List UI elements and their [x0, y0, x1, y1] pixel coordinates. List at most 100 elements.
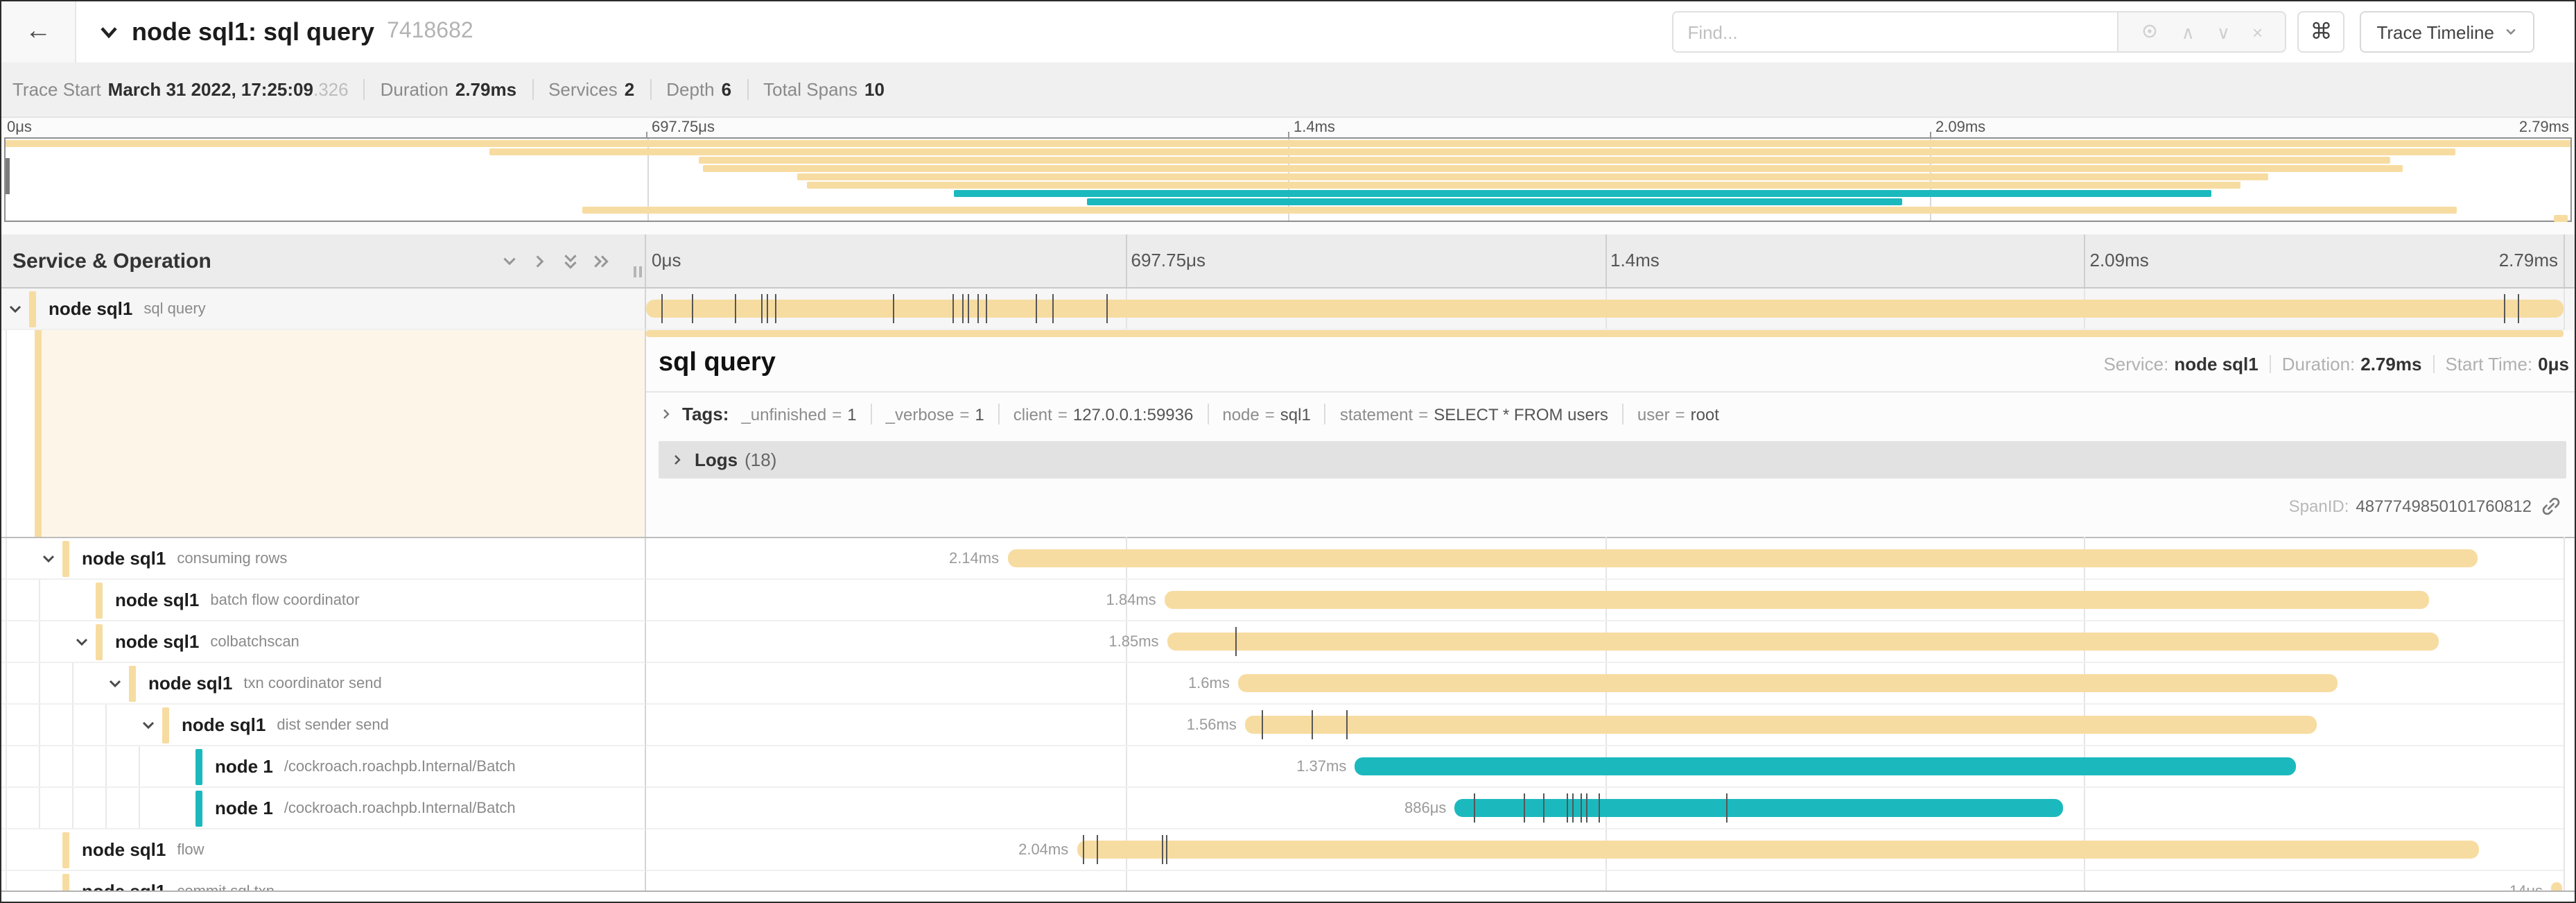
span-detail-card: sql query Service:node sql1Duration:2.79…	[646, 330, 2575, 537]
span-row-timeline-cell[interactable]: 2.04ms	[646, 829, 2564, 871]
span-row-name-cell[interactable]: node sql1commit sql txn	[1, 871, 646, 891]
indent-guide	[6, 538, 7, 578]
span-expander-chevron-icon[interactable]	[35, 550, 62, 567]
prev-result-icon[interactable]: ∧	[2182, 23, 2195, 41]
span-row[interactable]: node sql1 sql query	[1, 289, 2575, 330]
span-expander-chevron-icon[interactable]	[101, 675, 129, 691]
operation-name: sql query	[143, 300, 205, 317]
span-row[interactable]: node sql1flow2.04ms	[1, 829, 2575, 871]
span-row-name-cell[interactable]: node sql1batch flow coordinator	[1, 580, 646, 621]
clear-find-icon[interactable]: ×	[2252, 23, 2263, 41]
stat-separator	[2433, 355, 2434, 373]
span-row[interactable]: node 1/cockroach.roachpb.Internal/Batch1…	[1, 746, 2575, 788]
selected-span-highlight	[42, 330, 645, 537]
tag-key: client	[1013, 404, 1052, 424]
back-button[interactable]: ←	[1, 1, 76, 62]
span-bar[interactable]	[1077, 841, 2478, 859]
span-row-timeline-cell[interactable]: 886μs	[646, 788, 2564, 829]
stat-value: 2.79ms	[2360, 354, 2421, 375]
indent-spacer	[1, 746, 168, 786]
span-row-name-cell[interactable]: node sql1dist sender send	[1, 705, 646, 746]
tag-value: 1	[975, 404, 984, 424]
span-expander-chevron-icon[interactable]	[68, 633, 96, 650]
log-marker-tick	[894, 294, 895, 323]
span-bar[interactable]	[1007, 549, 2478, 567]
span-bar[interactable]	[1245, 716, 2317, 734]
logs-label: Logs	[695, 449, 738, 470]
tag-value: sql1	[1280, 404, 1311, 424]
span-row[interactable]: node sql1consuming rows2.14ms	[1, 538, 2575, 580]
span-detail-region: sql query Service:node sql1Duration:2.79…	[1, 330, 2575, 538]
meta-label: Duration	[381, 79, 449, 100]
span-bar[interactable]	[1454, 799, 2063, 817]
logs-accordion[interactable]: Logs (18)	[659, 441, 2566, 479]
log-marker-tick	[1572, 793, 1574, 823]
span-expander-chevron-icon[interactable]	[134, 716, 162, 733]
span-row-timeline-cell[interactable]: 2.14ms	[646, 538, 2564, 580]
span-bar[interactable]	[1355, 757, 2295, 775]
log-marker-tick	[1052, 294, 1054, 323]
span-row[interactable]: node sql1txn coordinator send1.6ms	[1, 663, 2575, 705]
span-row-timeline-cell[interactable]: 14μs	[646, 871, 2564, 891]
trace-view-selector[interactable]: Trace Timeline	[2360, 11, 2534, 53]
find-controls: ∧ ∨ ×	[2117, 11, 2286, 53]
span-row[interactable]: node sql1commit sql txn14μs	[1, 871, 2575, 891]
minimap-left-handle[interactable]	[6, 158, 10, 194]
service-name: node sql1	[82, 839, 166, 860]
span-row-name-cell[interactable]: node sql1consuming rows	[1, 538, 646, 580]
expand-all-icon[interactable]	[592, 252, 610, 270]
minimap-span-row	[6, 198, 2570, 207]
span-duration-label: 1.84ms	[1106, 580, 1165, 621]
span-row-name-cell[interactable]: node 1/cockroach.roachpb.Internal/Batch	[1, 788, 646, 829]
span-bar[interactable]	[2551, 882, 2561, 891]
service-name: node sql1	[49, 298, 132, 319]
span-row[interactable]: node sql1dist sender send1.56ms	[1, 705, 2575, 746]
span-row-timeline-cell[interactable]: 1.56ms	[646, 705, 2564, 746]
span-bar[interactable]	[1165, 591, 2429, 609]
ruler-label: 697.75μs	[1131, 234, 1206, 287]
stat-label: Start Time:	[2445, 354, 2532, 375]
span-row[interactable]: node 1/cockroach.roachpb.Internal/Batch8…	[1, 788, 2575, 829]
tag-separator	[998, 404, 1000, 424]
span-row-timeline-cell[interactable]: 1.37ms	[646, 746, 2564, 788]
span-row[interactable]: node sql1batch flow coordinator 1.84ms	[1, 580, 2575, 621]
span-row-timeline-cell[interactable]: 1.85ms	[646, 621, 2564, 663]
locate-icon[interactable]	[2141, 22, 2159, 42]
span-row-name-cell[interactable]: node sql1colbatchscan	[1, 621, 646, 663]
span-bar[interactable]	[1238, 674, 2338, 692]
collapse-one-icon[interactable]	[501, 252, 519, 270]
tag-key: _unfinished	[741, 404, 826, 424]
span-bar[interactable]	[646, 300, 2564, 318]
collapse-trace-chevron-icon[interactable]	[98, 22, 119, 42]
keyboard-shortcuts-button[interactable]: ⌘	[2297, 11, 2344, 53]
log-marker-tick	[1235, 627, 1236, 656]
collapse-controls	[501, 252, 645, 270]
span-row-name-cell[interactable]: node sql1txn coordinator send	[1, 663, 646, 705]
span-row-timeline-cell[interactable]: 1.6ms	[646, 663, 2564, 705]
span-bar[interactable]	[1167, 633, 2439, 651]
log-marker-tick	[761, 294, 763, 323]
expand-one-icon[interactable]	[531, 252, 549, 270]
span-row-name-cell[interactable]: node 1/cockroach.roachpb.Internal/Batch	[1, 746, 646, 788]
meta-separator	[747, 79, 748, 100]
minimap-canvas[interactable]	[4, 137, 2572, 222]
find-input[interactable]	[1672, 11, 2117, 53]
collapse-all-icon[interactable]	[562, 252, 580, 270]
tags-accordion[interactable]: Tags: _unfinished=1_verbose=1client=127.…	[646, 393, 2575, 436]
next-result-icon[interactable]: ∨	[2217, 23, 2230, 41]
span-row[interactable]: node sql1colbatchscan1.85ms	[1, 621, 2575, 663]
span-row-timeline-cell[interactable]: 1.84ms	[646, 580, 2564, 621]
top-bar: ← node sql1: sql query 7418682 ∧ ∨ × ⌘ T…	[1, 1, 2575, 62]
span-row-name-cell[interactable]: node sql1 sql query	[1, 289, 646, 330]
selected-span-bar[interactable]	[646, 330, 2564, 337]
span-row-timeline-cell[interactable]	[646, 289, 2564, 330]
column-resizer-handle[interactable]	[634, 266, 642, 277]
trace-id: 7418682	[387, 19, 473, 44]
link-icon[interactable]	[2541, 497, 2561, 516]
span-row-name-cell[interactable]: node sql1flow	[1, 829, 646, 871]
span-stats: Service:node sql1Duration:2.79msStart Ti…	[2103, 354, 2569, 375]
meta-item: Depth6	[666, 79, 731, 100]
jaeger-trace-page: ← node sql1: sql query 7418682 ∧ ∨ × ⌘ T…	[0, 0, 2576, 903]
span-expander-chevron-icon[interactable]	[1, 300, 29, 317]
log-marker-tick	[1166, 835, 1167, 864]
